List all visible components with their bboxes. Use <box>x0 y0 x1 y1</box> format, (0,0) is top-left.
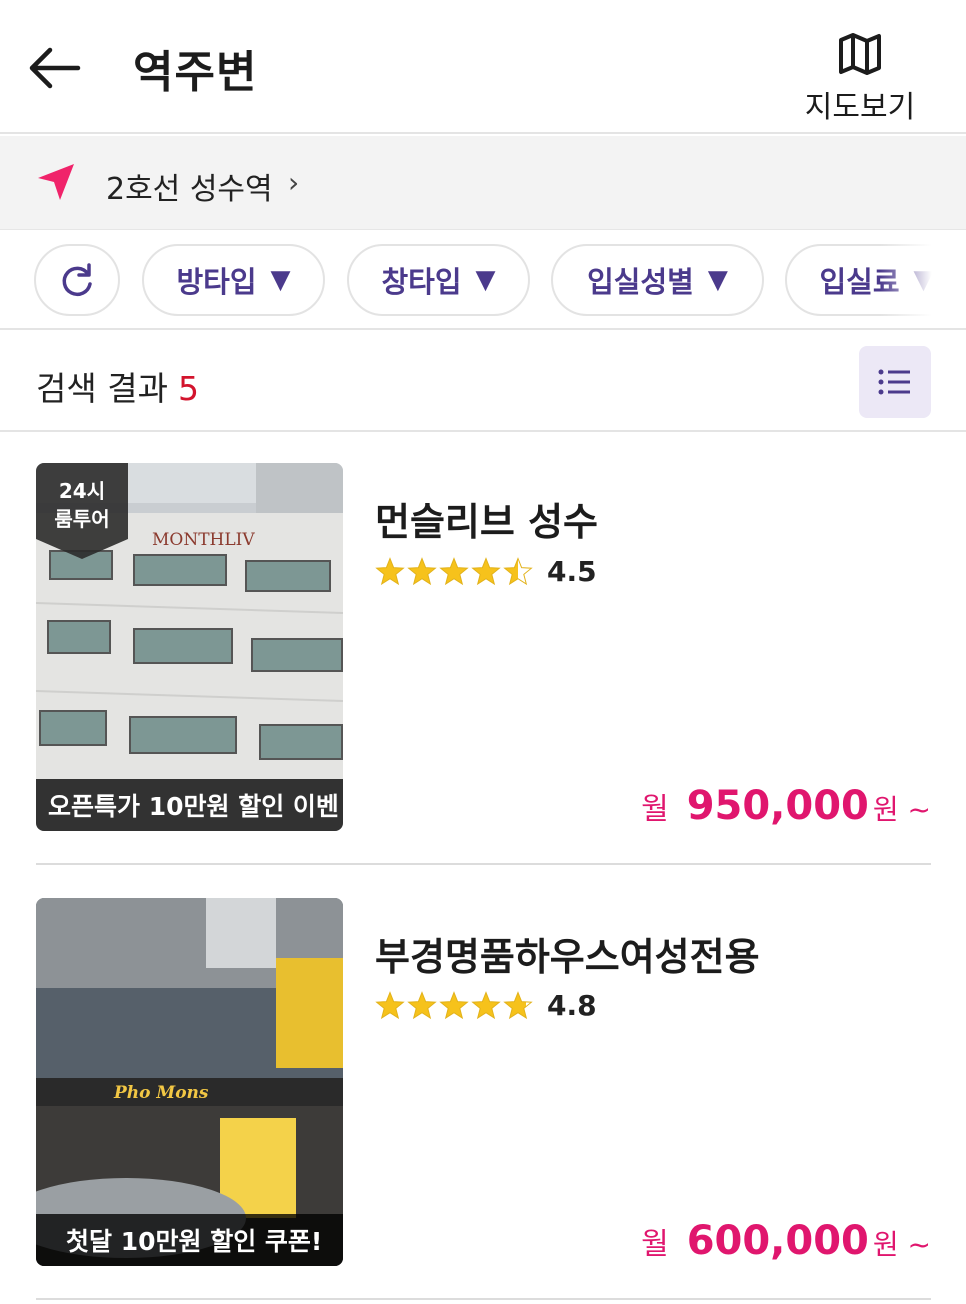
location-text: 2호선 성수역 <box>106 172 273 207</box>
listing-title: 부경명품하우스여성전용 <box>375 935 760 979</box>
store-sign: Pho Mons <box>113 1083 209 1103</box>
location-selector[interactable]: 2호선 성수역 › <box>0 136 966 230</box>
back-button[interactable] <box>26 40 86 96</box>
price-value: 600,000 <box>686 1218 869 1264</box>
star-icon <box>471 557 501 586</box>
price-period: 월 <box>641 792 669 827</box>
caret-down-icon: ▼ <box>270 265 291 295</box>
filter-room-type-label: 방타입 <box>176 265 257 299</box>
back-arrow-icon <box>29 47 81 89</box>
refresh-icon <box>62 263 92 297</box>
price: 월 600,000 원 ~ <box>641 1218 931 1264</box>
map-view-button[interactable]: 지도보기 <box>790 30 930 126</box>
room-tour-badge-text: 24시 룸투어 <box>36 477 128 533</box>
filter-window-type[interactable]: 창타입 ▼ <box>347 244 530 316</box>
filter-gender[interactable]: 입실성별 ▼ <box>551 244 764 316</box>
list-view-toggle[interactable] <box>859 346 931 418</box>
page-title: 역주변 <box>133 47 258 98</box>
rating-value: 4.5 <box>547 555 597 588</box>
listing-photo[interactable]: Pho Mons 첫달 10만원 할인 쿠폰! <box>36 898 343 1266</box>
price-period: 월 <box>641 1227 669 1262</box>
building-photo: Pho Mons <box>36 898 343 1266</box>
listing-photo[interactable]: MONTHLIV 24시 룸투어 오픈특가 10만원 할인 이벤 <box>36 463 343 831</box>
promo-caption: 첫달 10만원 할인 쿠폰! <box>36 1214 343 1266</box>
star-icon <box>407 557 437 586</box>
star-icon <box>503 991 533 1020</box>
star-icon <box>503 557 533 586</box>
map-icon <box>839 33 881 75</box>
price-suffix: 원 ~ <box>872 793 931 826</box>
caret-down-icon: ▼ <box>707 265 728 295</box>
star-icon <box>407 991 437 1020</box>
list-icon <box>878 369 910 395</box>
filter-bar: 방타입 ▼ 창타입 ▼ 입실성별 ▼ 입실료 ▼ <box>0 230 966 330</box>
star-icon <box>375 991 405 1020</box>
filter-gender-label: 입실성별 <box>587 265 694 299</box>
star-icon <box>439 991 469 1020</box>
refresh-filters-button[interactable] <box>34 244 120 316</box>
divider <box>36 1298 931 1300</box>
location-arrow-icon <box>38 164 74 200</box>
price-value: 950,000 <box>686 783 869 829</box>
scroll-fade <box>880 230 966 328</box>
promo-caption: 오픈특가 10만원 할인 이벤 <box>36 779 343 831</box>
results-bar: 검색 결과 5 <box>0 332 966 432</box>
results-label: 검색 결과 <box>36 369 168 408</box>
divider <box>36 863 931 865</box>
badge-line-1: 24시 <box>58 479 106 503</box>
listing-title: 먼슬리브 성수 <box>375 500 598 544</box>
star-icon <box>471 991 501 1020</box>
listing-card[interactable]: Pho Mons 첫달 10만원 할인 쿠폰! 부경명품하우스여성전용 4.8 … <box>36 898 931 1300</box>
app-header: 역주변 지도보기 <box>0 0 966 134</box>
building-sign: MONTHLIV <box>152 530 255 550</box>
price-suffix: 원 ~ <box>872 1228 931 1261</box>
results-summary: 검색 결과 5 <box>36 362 199 410</box>
results-count: 5 <box>177 369 199 408</box>
filter-room-type[interactable]: 방타입 ▼ <box>142 244 325 316</box>
star-rating <box>375 989 535 1023</box>
price: 월 950,000 원 ~ <box>641 783 931 829</box>
chevron-right-icon: › <box>288 166 300 199</box>
filter-window-type-label: 창타입 <box>381 265 462 299</box>
map-view-label: 지도보기 <box>804 90 916 125</box>
star-rating <box>375 555 535 589</box>
star-icon <box>439 557 469 586</box>
badge-line-2: 룸투어 <box>54 507 110 531</box>
caret-down-icon: ▼ <box>475 265 496 295</box>
listing-card[interactable]: MONTHLIV 24시 룸투어 오픈특가 10만원 할인 이벤 먼슬리브 성수… <box>36 463 931 865</box>
rating-value: 4.8 <box>547 989 597 1022</box>
star-icon <box>375 557 405 586</box>
